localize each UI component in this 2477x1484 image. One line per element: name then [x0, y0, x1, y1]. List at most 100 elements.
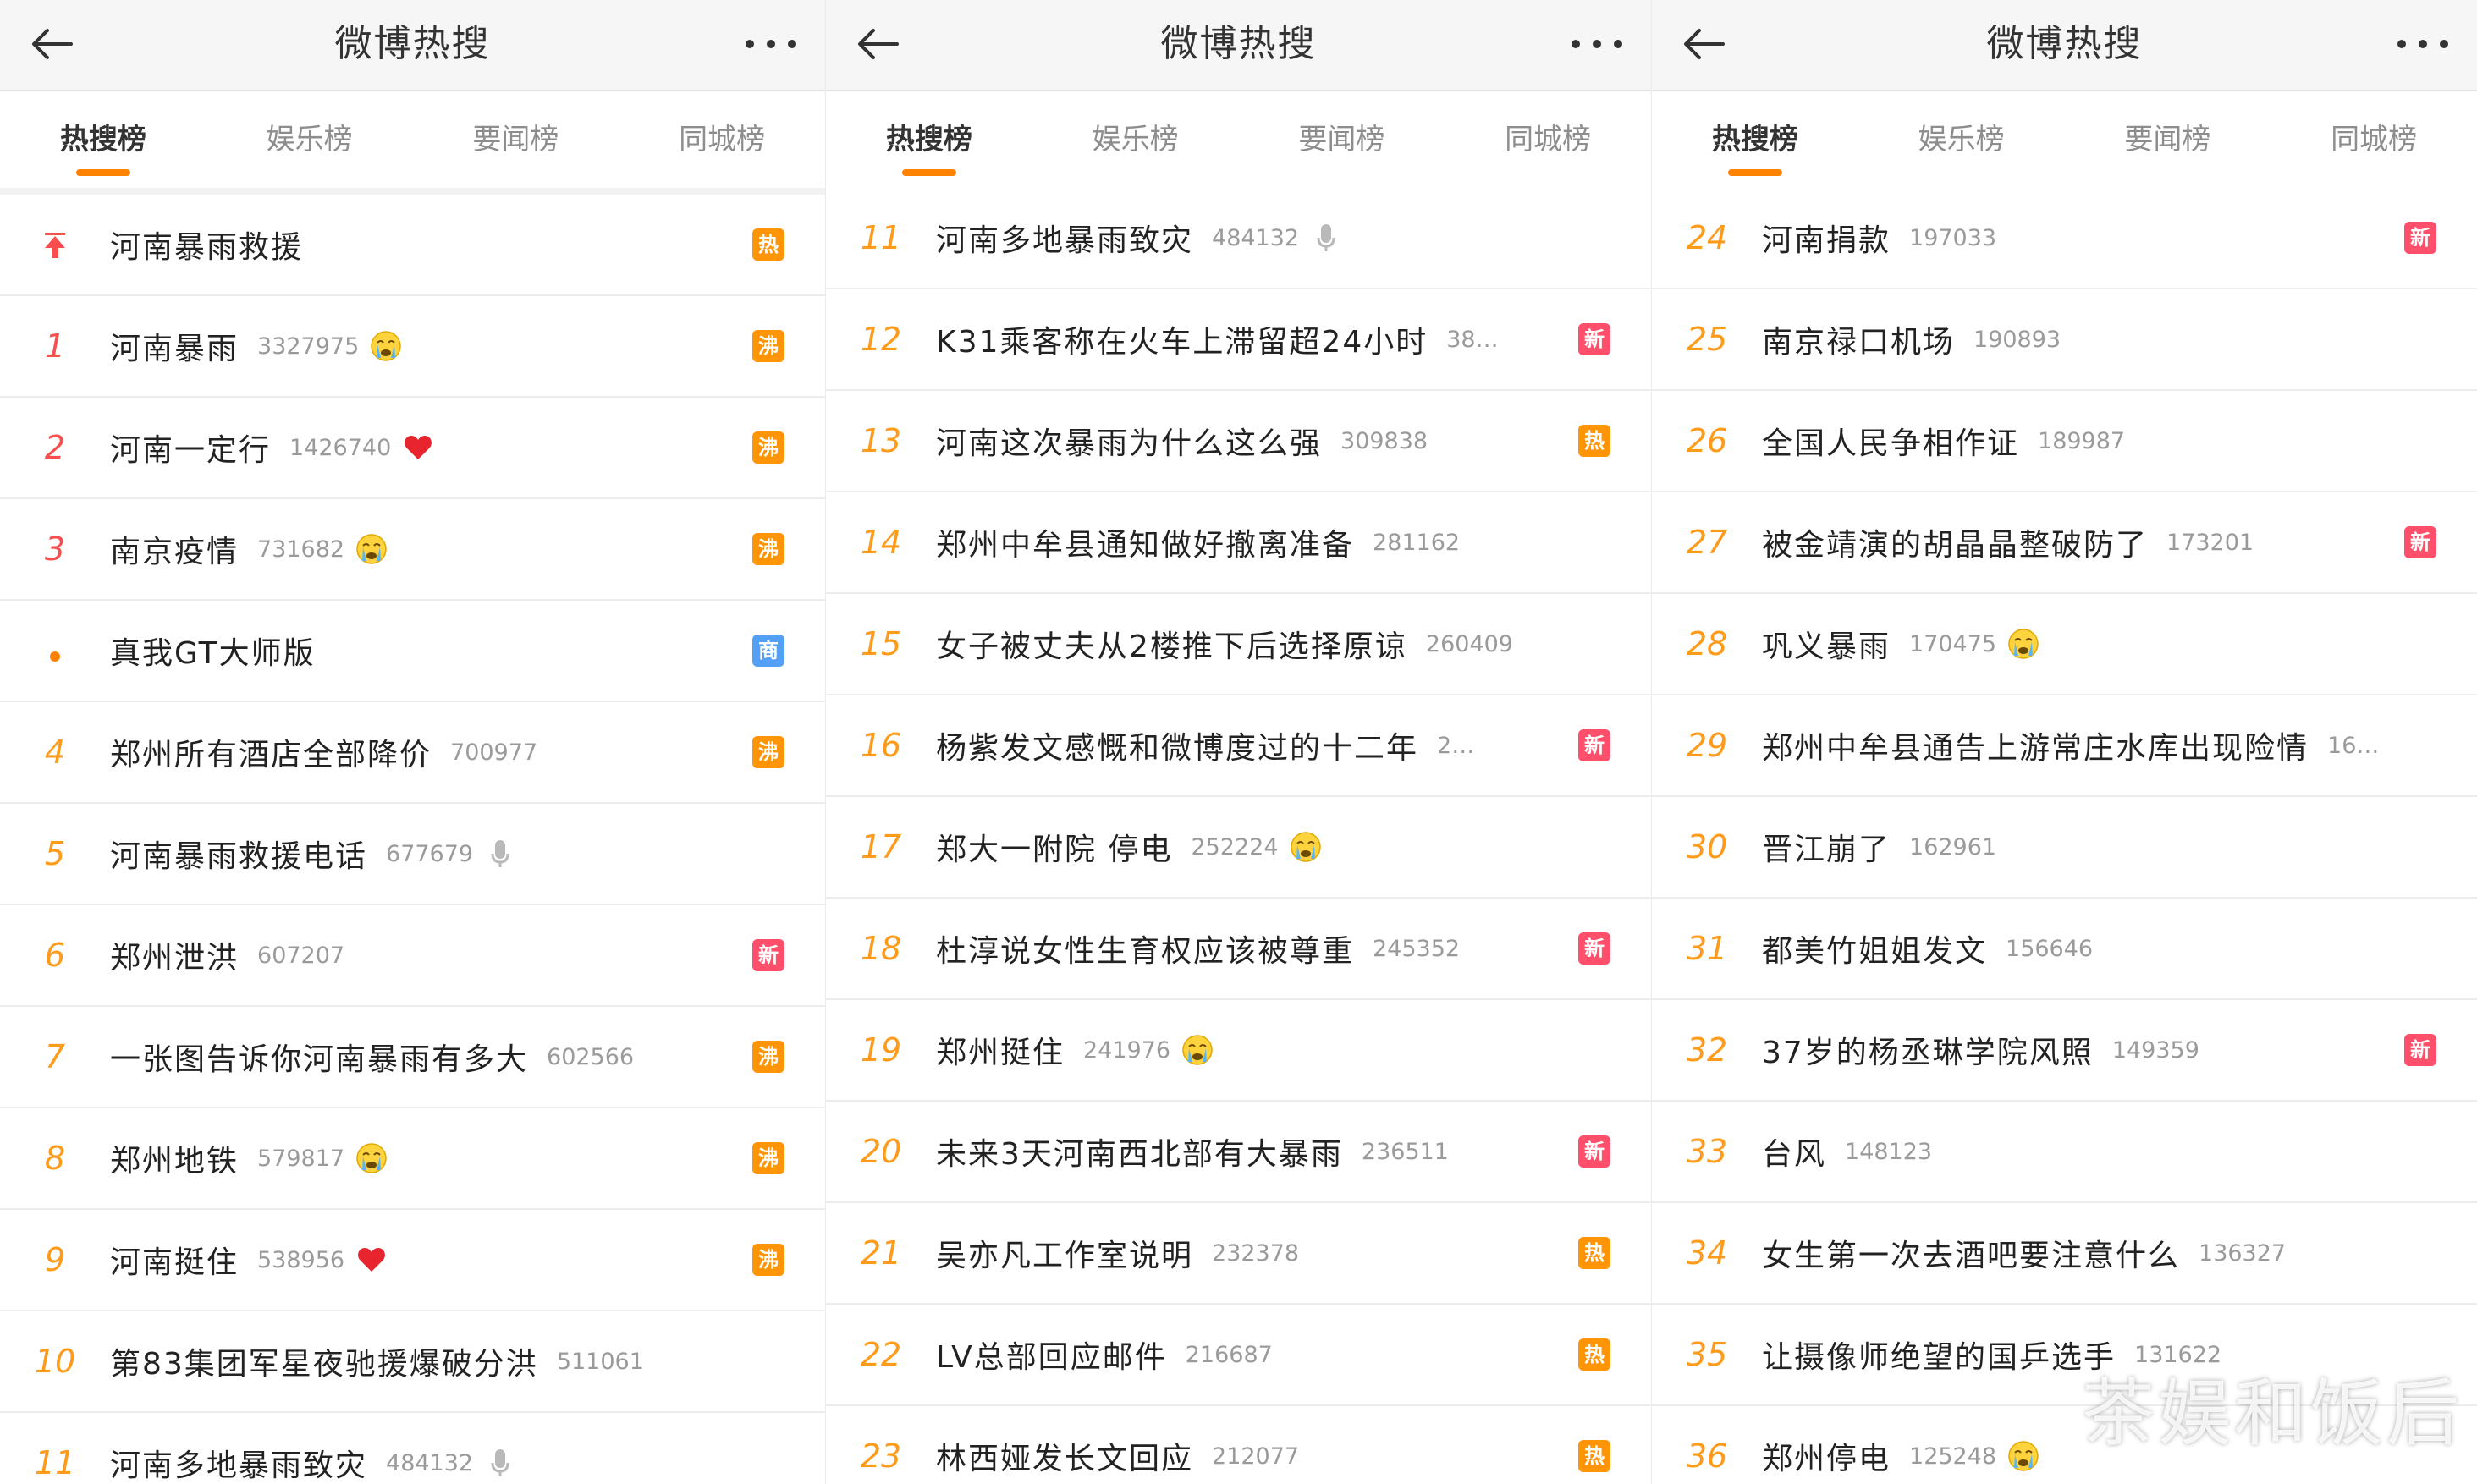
hot-search-row[interactable]: 6 郑州泄洪 607207 新 — [0, 905, 825, 1007]
search-count: 245352 — [1373, 935, 1461, 962]
new-badge: 新 — [1578, 323, 1610, 355]
search-count: 281162 — [1373, 529, 1461, 556]
hot-search-row[interactable]: 22 LV总部回应邮件 216687 热 — [826, 1305, 1651, 1406]
tab-local[interactable]: 同城榜 — [2271, 91, 2477, 188]
search-count: 241976 — [1083, 1036, 1171, 1064]
search-count: 1426740 — [289, 434, 392, 461]
rank-number: 22 — [860, 1336, 902, 1373]
hot-search-row[interactable]: 10 第83集团军星夜驰援爆破分洪 511061 — [0, 1311, 825, 1413]
tab-hot-search[interactable]: 热搜榜 — [1652, 91, 1858, 188]
emoji-cry — [1289, 830, 1323, 864]
hot-search-row[interactable]: 11 河南多地暴雨致灾 484132 — [826, 188, 1651, 289]
topic-name: 未来3天河南西北部有大暴雨 — [936, 1137, 1343, 1172]
tab-entertainment[interactable]: 娱乐榜 — [1032, 91, 1239, 188]
hot-search-row[interactable]: 34 女生第一次去酒吧要注意什么 136327 — [1652, 1203, 2477, 1305]
crying-face-icon — [2008, 629, 2039, 659]
hot-search-row[interactable]: 真我GT大师版 商 — [0, 601, 825, 702]
hot-search-row[interactable]: 19 郑州挺住 241976 — [826, 1000, 1651, 1102]
search-count: 16… — [2327, 732, 2380, 759]
hot-search-row[interactable]: 5 河南暴雨救援电话 677679 — [0, 804, 825, 905]
hot-badge: 热 — [1578, 1338, 1610, 1371]
hot-search-row[interactable]: 20 未来3天河南西北部有大暴雨 236511 新 — [826, 1102, 1651, 1203]
tab-hot-search[interactable]: 热搜榜 — [826, 91, 1032, 188]
hot-search-row[interactable]: 21 吴亦凡工作室说明 232378 热 — [826, 1203, 1651, 1305]
hot-search-row[interactable]: 23 林西娅发长文回应 212077 热 — [826, 1406, 1651, 1484]
more-options-icon[interactable] — [1572, 37, 1622, 51]
rank-number: 27 — [1686, 524, 1728, 561]
hot-search-row[interactable]: 1 河南暴雨 3327975 沸 — [0, 296, 825, 398]
hot-search-row[interactable]: 33 台风 148123 — [1652, 1102, 2477, 1203]
tab-bar: 热搜榜 娱乐榜 要闻榜 同城榜 — [0, 91, 825, 188]
hot-search-row[interactable]: 12 K31乘客称在火车上滞留超24小时 38… 新 — [826, 289, 1651, 391]
rank-number: 34 — [1686, 1234, 1728, 1272]
tab-hot-search[interactable]: 热搜榜 — [0, 91, 206, 188]
tab-local[interactable]: 同城榜 — [619, 91, 825, 188]
hot-search-row[interactable]: 24 河南捐款 197033 新 — [1652, 188, 2477, 289]
hot-search-row[interactable]: 18 杜淳说女性生育权应该被尊重 245352 新 — [826, 899, 1651, 1000]
rank-number: 36 — [1686, 1437, 1728, 1475]
topic-name: 37岁的杨丞琳学院风照 — [1762, 1036, 2094, 1070]
rank-number: 11 — [860, 219, 902, 256]
topic-name: 河南多地暴雨致灾 — [936, 223, 1194, 258]
hot-search-row[interactable]: 4 郑州所有酒店全部降价 700977 沸 — [0, 702, 825, 804]
rank-number: 2 — [44, 429, 66, 466]
hot-search-row[interactable]: 25 南京禄口机场 190893 — [1652, 289, 2477, 391]
hot-search-row[interactable]: 28 巩义暴雨 170475 — [1652, 594, 2477, 695]
more-options-icon[interactable] — [746, 37, 796, 51]
new-badge: 新 — [1578, 932, 1610, 965]
emoji-cry — [369, 329, 403, 363]
topic-name: 女生第一次去酒吧要注意什么 — [1762, 1239, 2181, 1273]
hot-search-row[interactable]: 7 一张图告诉你河南暴雨有多大 602566 沸 — [0, 1007, 825, 1108]
rank-number: 14 — [860, 524, 902, 561]
tab-bar: 热搜榜 娱乐榜 要闻榜 同城榜 — [826, 91, 1651, 188]
hot-search-row[interactable]: 30 晋江崩了 162961 — [1652, 797, 2477, 899]
tab-news[interactable]: 要闻榜 — [2065, 91, 2271, 188]
topic-name: 郑州停电 — [1762, 1442, 1891, 1476]
hot-search-row[interactable]: 16 杨紫发文感慨和微博度过的十二年 2… 新 — [826, 695, 1651, 797]
microphone-icon — [491, 840, 509, 867]
hot-search-row[interactable]: 26 全国人民争相作证 189987 — [1652, 391, 2477, 492]
pinned-top-icon — [45, 233, 65, 258]
hot-search-row[interactable]: 15 女子被丈夫从2楼推下后选择原谅 260409 — [826, 594, 1651, 695]
hot-search-row[interactable]: 13 河南这次暴雨为什么这么强 309838 热 — [826, 391, 1651, 492]
tab-local[interactable]: 同城榜 — [1445, 91, 1651, 188]
topic-name: 第83集团军星夜驰援爆破分洪 — [110, 1347, 538, 1382]
emoji-mic — [483, 837, 517, 871]
hot-search-row[interactable]: 14 郑州中牟县通知做好撤离准备 281162 — [826, 492, 1651, 594]
hot-search-row[interactable]: 29 郑州中牟县通告上游常庄水库出现险情 16… — [1652, 695, 2477, 797]
rank-number: 33 — [1686, 1133, 1728, 1170]
rank-number: 17 — [860, 828, 902, 866]
hot-search-row[interactable]: 11 河南多地暴雨致灾 484132 — [0, 1413, 825, 1484]
hot-search-row[interactable]: 2 河南一定行 1426740 沸 — [0, 398, 825, 499]
hot-search-row[interactable]: 9 河南挺住 538956 沸 — [0, 1210, 825, 1311]
hot-search-row[interactable]: 31 都美竹姐姐发文 156646 — [1652, 899, 2477, 1000]
hot-search-row[interactable]: 32 37岁的杨丞琳学院风照 149359 新 — [1652, 1000, 2477, 1102]
hot-badge: 热 — [1578, 1237, 1610, 1269]
rank-number: 19 — [860, 1031, 902, 1069]
tab-news[interactable]: 要闻榜 — [413, 91, 619, 188]
tab-entertainment[interactable]: 娱乐榜 — [206, 91, 413, 188]
top-bar: 微博热搜 — [0, 0, 825, 91]
hot-search-row[interactable]: 8 郑州地铁 579817 沸 — [0, 1108, 825, 1210]
hot-search-row[interactable]: 3 南京疫情 731682 沸 — [0, 499, 825, 601]
search-count: 252224 — [1191, 833, 1279, 860]
topic-name: 杨紫发文感慨和微博度过的十二年 — [936, 731, 1419, 766]
topic-name: 河南多地暴雨致灾 — [110, 1448, 368, 1483]
more-options-icon[interactable] — [2397, 37, 2448, 51]
rank-number: 8 — [44, 1140, 66, 1177]
crying-face-icon — [371, 331, 402, 361]
topic-name: 河南暴雨救援电话 — [110, 839, 368, 874]
crying-face-icon — [1290, 832, 1321, 862]
emoji-cry — [355, 1141, 388, 1175]
hot-search-row[interactable]: 河南暴雨救援 热 — [0, 195, 825, 296]
tab-news[interactable]: 要闻榜 — [1239, 91, 1445, 188]
topic-name: 南京禄口机场 — [1762, 325, 1956, 360]
hot-badge: 热 — [1578, 425, 1610, 457]
rank-number: 35 — [1686, 1336, 1728, 1373]
topic-name: 郑州挺住 — [936, 1036, 1065, 1070]
tab-entertainment[interactable]: 娱乐榜 — [1858, 91, 2065, 188]
topic-name: 被金靖演的胡晶晶整破防了 — [1762, 528, 2149, 563]
hot-search-row[interactable]: 17 郑大一附院 停电 252224 — [826, 797, 1651, 899]
search-count: 484132 — [1212, 224, 1300, 251]
hot-search-row[interactable]: 27 被金靖演的胡晶晶整破防了 173201 新 — [1652, 492, 2477, 594]
